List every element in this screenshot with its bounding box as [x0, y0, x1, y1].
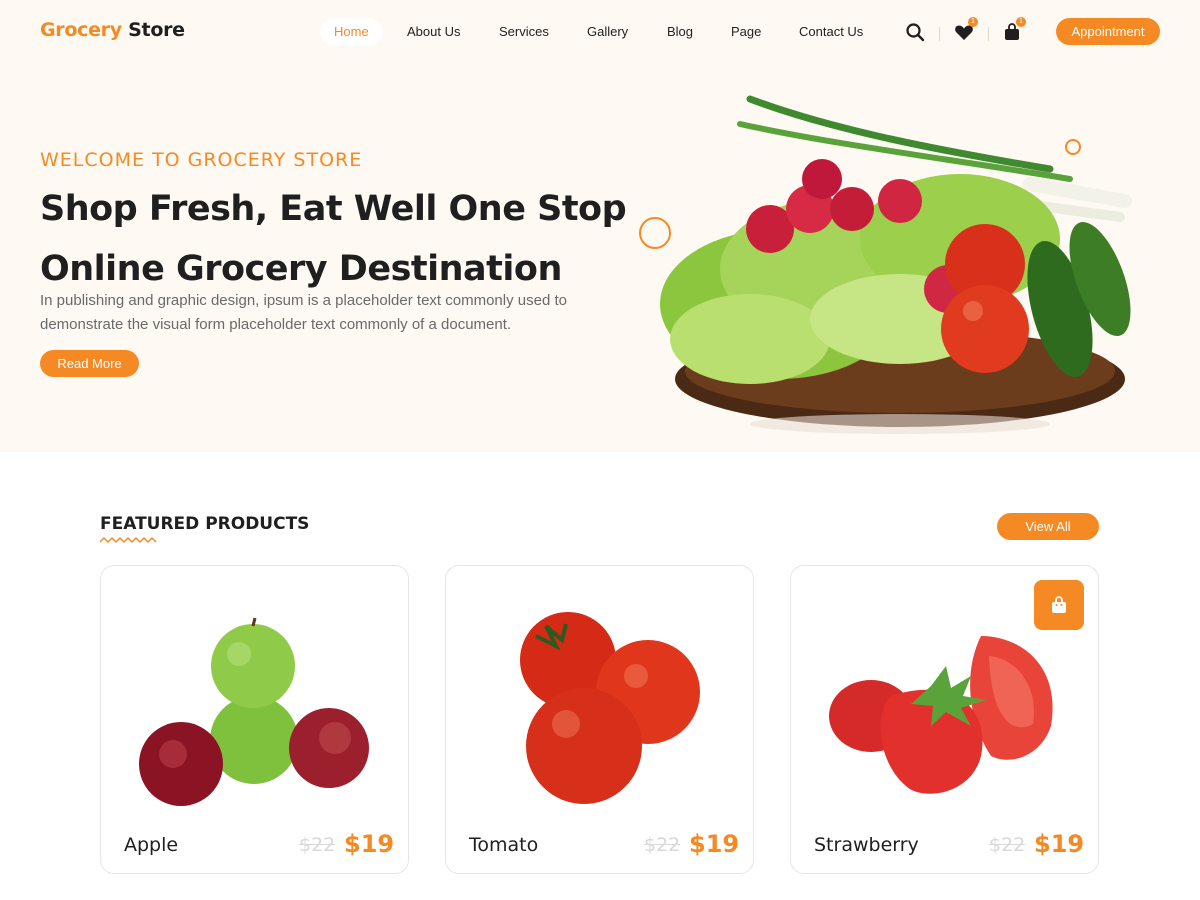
shopping-bag-icon[interactable]: 1 — [1000, 17, 1026, 44]
product-old-price: $22 — [299, 834, 336, 856]
product-price: $19 — [344, 830, 395, 858]
product-old-price: $22 — [989, 834, 1026, 856]
product-card-tomato[interactable]: Tomato $22 $19 — [445, 565, 754, 874]
nav-item-services[interactable]: Services — [499, 18, 549, 46]
header-divider — [939, 27, 940, 41]
heart-icon[interactable]: 1 — [952, 17, 978, 44]
product-price: $19 — [1034, 830, 1085, 858]
brand-name-part1: Grocery — [40, 19, 122, 41]
hero-description: In publishing and graphic design, ipsum … — [40, 292, 567, 333]
nav-item-gallery[interactable]: Gallery — [587, 18, 628, 46]
product-card-apple[interactable]: Apple $22 $19 — [100, 565, 409, 874]
brand-name-part2: Store — [128, 19, 185, 41]
appointment-button[interactable]: Appointment — [1056, 18, 1160, 45]
site-header: Grocery Store Home About Us Services Gal… — [0, 0, 1200, 64]
hero-title-line1: Shop Fresh, Eat Well One Stop — [40, 189, 627, 229]
product-name: Tomato — [469, 834, 539, 856]
read-more-button[interactable]: Read More — [40, 350, 139, 377]
hero-section: WELCOME TO GROCERY STORE Shop Fresh, Eat… — [0, 64, 1200, 452]
vegetable-bowl-image — [660, 95, 1132, 434]
shopping-bag-icon — [1052, 596, 1066, 613]
apple-image — [139, 617, 369, 806]
nav-item-contact-us[interactable]: Contact Us — [799, 18, 863, 46]
view-all-button[interactable]: View All — [997, 513, 1099, 540]
nav-item-about-us[interactable]: About Us — [407, 18, 460, 46]
featured-products-title: FEATURED PRODUCTS — [100, 514, 310, 534]
product-name: Apple — [124, 834, 179, 856]
add-to-cart-button[interactable] — [1034, 580, 1084, 630]
search-icon[interactable] — [903, 20, 927, 44]
product-name: Strawberry — [814, 834, 919, 856]
cart-count-badge: 1 — [1016, 17, 1026, 27]
nav-item-blog[interactable]: Blog — [667, 18, 693, 46]
hero-title: Shop Fresh, Eat Well One Stop Online Gro… — [40, 179, 640, 299]
brand-logo[interactable]: Grocery Store — [40, 19, 185, 41]
title-underline-squiggle — [100, 536, 157, 544]
product-price: $19 — [689, 830, 740, 858]
nav-item-home[interactable]: Home — [320, 18, 383, 46]
product-card-strawberry[interactable]: Strawberry $22 $19 — [790, 565, 1099, 874]
tomato-image — [520, 612, 700, 804]
hero-kicker: WELCOME TO GROCERY STORE — [40, 149, 363, 171]
header-divider — [988, 27, 989, 41]
wishlist-count-badge: 1 — [968, 17, 978, 27]
nav-item-page[interactable]: Page — [731, 18, 761, 46]
product-old-price: $22 — [644, 834, 681, 856]
